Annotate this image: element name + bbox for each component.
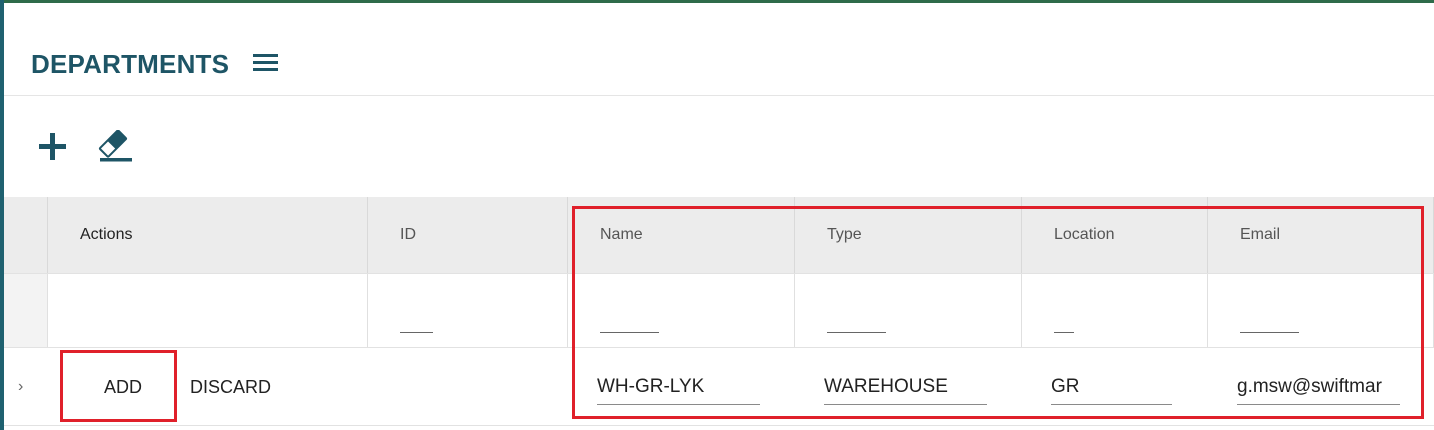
- column-label: Location: [1054, 226, 1115, 243]
- email-filter-input[interactable]: [1240, 332, 1299, 333]
- filter-cell-location[interactable]: [1022, 274, 1208, 347]
- filter-cell-type[interactable]: [795, 274, 1022, 347]
- column-header-name[interactable]: Name: [568, 197, 795, 273]
- email-field[interactable]: [1237, 370, 1400, 405]
- location-field[interactable]: [1051, 370, 1172, 405]
- column-header-type[interactable]: Type: [795, 197, 1022, 273]
- filter-cell-id[interactable]: [368, 274, 568, 347]
- grid-header-row: Actions ID Name Type Location Email: [4, 197, 1434, 273]
- filter-cell-email[interactable]: [1208, 274, 1434, 347]
- column-header-id[interactable]: ID: [368, 197, 568, 273]
- column-header-actions[interactable]: Actions: [48, 197, 368, 273]
- clear-button[interactable]: [96, 129, 134, 162]
- page-header: DEPARTMENTS: [4, 3, 1434, 96]
- name-field[interactable]: [597, 370, 760, 405]
- eraser-icon: [98, 129, 132, 162]
- page-title: DEPARTMENTS: [31, 49, 230, 79]
- filter-cell-actions: [48, 274, 368, 347]
- type-filter-input[interactable]: [827, 332, 886, 333]
- column-label: Type: [827, 226, 862, 243]
- column-label: Email: [1240, 226, 1281, 243]
- column-header-email[interactable]: Email: [1208, 197, 1434, 273]
- name-filter-input[interactable]: [600, 332, 659, 333]
- location-filter-input[interactable]: [1054, 332, 1074, 333]
- plus-icon: [39, 133, 66, 160]
- filter-cell-name[interactable]: [568, 274, 795, 347]
- filter-spacer: [4, 274, 48, 347]
- id-filter-input[interactable]: [400, 332, 433, 333]
- column-label: ID: [400, 226, 416, 243]
- column-header-location[interactable]: Location: [1022, 197, 1208, 273]
- header-spacer: [4, 197, 48, 273]
- filter-row: [4, 273, 1434, 348]
- hamburger-menu-icon[interactable]: [253, 54, 278, 73]
- add-row-button[interactable]: [38, 132, 68, 162]
- chevron-right-icon[interactable]: ›: [18, 378, 23, 396]
- discard-button[interactable]: DISCARD: [190, 377, 271, 398]
- type-field[interactable]: [824, 370, 987, 405]
- column-label: Actions: [80, 226, 133, 243]
- add-button[interactable]: ADD: [104, 377, 142, 398]
- column-label: Name: [600, 226, 643, 243]
